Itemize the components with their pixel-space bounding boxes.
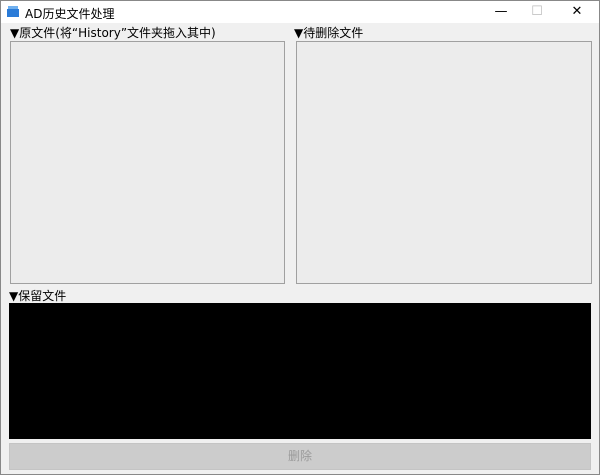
close-button[interactable]: ✕ (559, 1, 595, 23)
maximize-button[interactable]: ☐ (519, 1, 555, 23)
source-files-drop-area[interactable] (10, 41, 285, 284)
keep-files-list[interactable] (9, 303, 591, 439)
app-icon (7, 6, 19, 17)
pending-delete-label: ▼待删除文件 (294, 26, 364, 40)
delete-button[interactable]: 删除 (9, 443, 591, 470)
app-window: AD历史文件处理 — ☐ ✕ ▼原文件(将“History”文件夹拖入其中) ▼… (0, 0, 600, 475)
title-bar: AD历史文件处理 — ☐ ✕ (1, 1, 599, 23)
window-title: AD历史文件处理 (25, 7, 115, 21)
pending-delete-list[interactable] (296, 41, 592, 284)
keep-files-label: ▼保留文件 (9, 289, 67, 303)
minimize-button[interactable]: — (483, 1, 519, 23)
source-files-label: ▼原文件(将“History”文件夹拖入其中) (10, 26, 216, 40)
